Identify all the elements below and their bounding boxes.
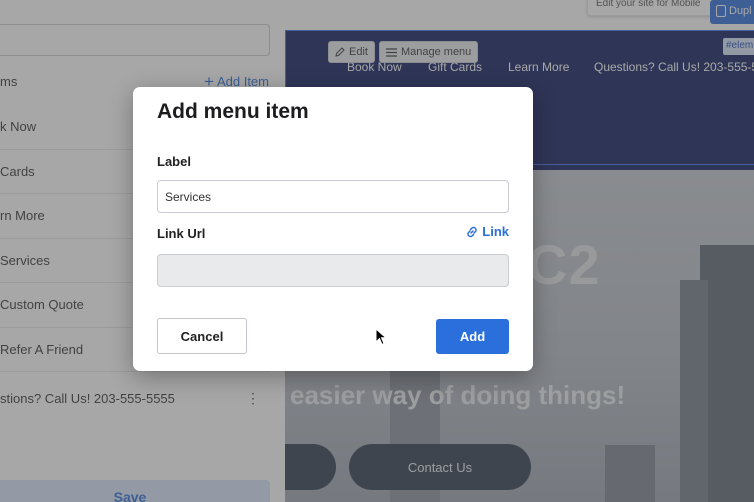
link-url-field-label: Link Url — [157, 226, 206, 241]
cursor-icon — [375, 328, 387, 346]
add-menu-item-dialog: Add menu item Label Link Url Link Cancel… — [133, 87, 533, 371]
cancel-button[interactable]: Cancel — [157, 318, 247, 354]
link-icon — [467, 226, 477, 237]
link-button[interactable]: Link — [465, 224, 509, 239]
link-button-label: Link — [482, 224, 509, 239]
dialog-title: Add menu item — [157, 100, 309, 123]
label-input[interactable] — [157, 180, 509, 213]
link-url-input[interactable] — [157, 254, 509, 287]
label-field-label: Label — [157, 154, 191, 169]
add-button[interactable]: Add — [436, 319, 509, 354]
